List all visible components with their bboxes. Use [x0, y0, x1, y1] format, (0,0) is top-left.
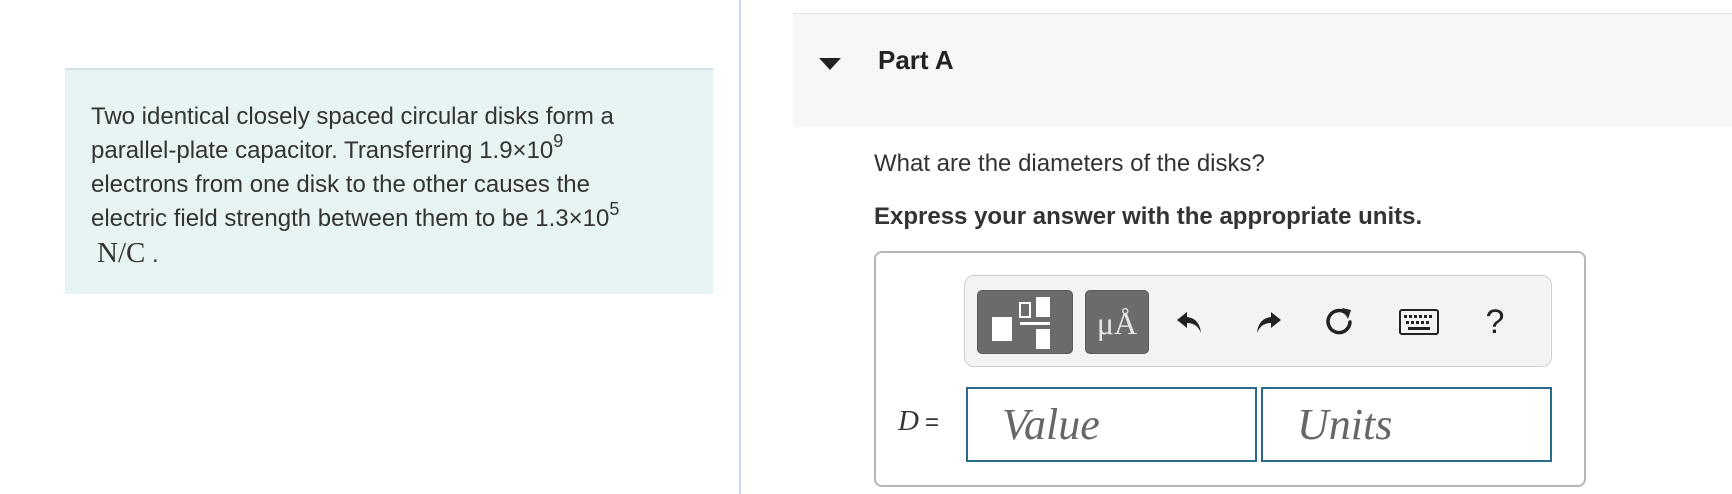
- problem-line-3: electrons from one disk to the other cau…: [91, 171, 590, 198]
- collapse-caret-icon[interactable]: [819, 58, 841, 70]
- help-button[interactable]: ?: [1475, 298, 1515, 346]
- problem-line-4: electric field strength between them to …: [91, 199, 620, 232]
- units-button[interactable]: μÅ: [1085, 290, 1149, 354]
- reset-button[interactable]: [1319, 298, 1359, 346]
- help-icon: ?: [1485, 302, 1505, 341]
- value-input[interactable]: [966, 387, 1257, 462]
- instruction-text: Express your answer with the appropriate…: [874, 203, 1423, 230]
- undo-button[interactable]: [1171, 298, 1211, 346]
- redo-icon: [1257, 312, 1281, 333]
- templates-button[interactable]: [977, 290, 1073, 354]
- problem-statement: Two identical closely spaced circular di…: [65, 68, 713, 294]
- templates-icon: [992, 297, 1050, 349]
- question-text: What are the diameters of the disks?: [874, 150, 1265, 177]
- problem-line-1: Two identical closely spaced circular di…: [91, 103, 614, 130]
- keyboard-icon: [1399, 309, 1439, 335]
- part-a-header[interactable]: Part A: [793, 13, 1732, 127]
- units-icon: μÅ: [1096, 305, 1138, 341]
- part-title: Part A: [878, 45, 954, 75]
- pane-divider: [739, 0, 741, 494]
- reset-icon: [1326, 308, 1352, 335]
- units-input[interactable]: [1261, 387, 1552, 462]
- answer-variable-label: D =: [898, 405, 939, 437]
- redo-button[interactable]: [1247, 298, 1287, 346]
- problem-line-5: N/C .: [97, 237, 159, 269]
- exponent-electrons: 9: [553, 131, 564, 151]
- undo-icon: [1177, 312, 1201, 333]
- keyboard-button[interactable]: [1395, 298, 1443, 346]
- math-toolbar: μÅ ?: [964, 275, 1552, 367]
- answer-area: μÅ ? D = Value Units: [874, 251, 1586, 487]
- field-unit: N/C: [97, 237, 146, 269]
- exponent-field: 5: [609, 199, 620, 219]
- problem-line-2: parallel-plate capacitor. Transferring 1…: [91, 131, 564, 164]
